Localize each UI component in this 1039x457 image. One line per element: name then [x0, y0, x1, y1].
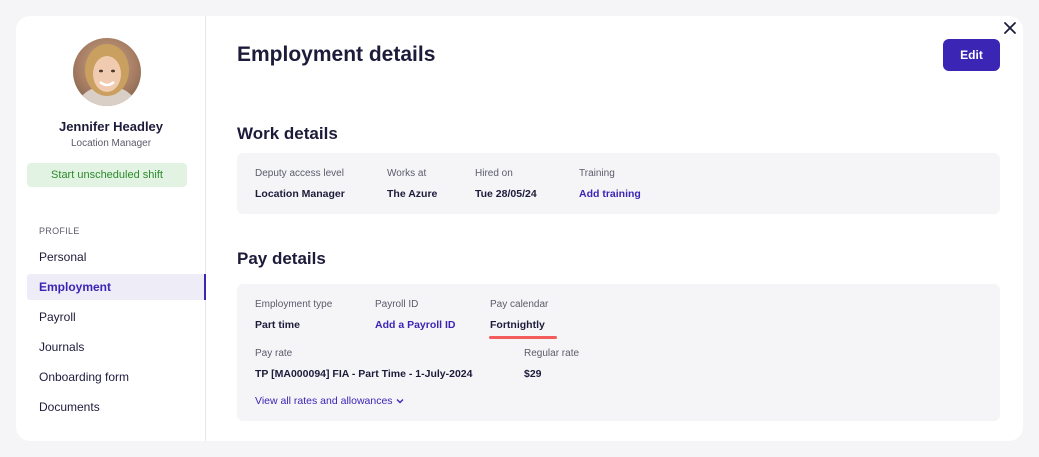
employment-type-value: Part time [255, 319, 300, 331]
add-payroll-id-link[interactable]: Add a Payroll ID [375, 319, 456, 331]
regular-rate-label: Regular rate [524, 348, 580, 359]
close-icon [1004, 22, 1016, 34]
payroll-id-field: Payroll ID Add a Payroll ID [375, 299, 456, 331]
pay-calendar-value: Fortnightly [490, 319, 545, 331]
training-label: Training [579, 168, 615, 179]
pay-details-title: Pay details [237, 249, 326, 268]
employment-type-label: Employment type [255, 299, 333, 310]
start-unscheduled-shift-button[interactable]: Start unscheduled shift [27, 163, 187, 187]
pay-rate-value: TP [MA000094] FIA - Part Time - 1-July-2… [255, 368, 473, 380]
profile-nav: Personal Employment Payroll Journals Onb… [27, 244, 206, 424]
access-level-label: Deputy access level [255, 168, 344, 179]
add-training-link[interactable]: Add training [579, 188, 641, 200]
hired-on-field: Hired on Tue 28/05/24 [475, 168, 537, 200]
view-rates-label: View all rates and allowances [255, 395, 393, 407]
employment-modal: Jennifer Headley Location Manager Start … [16, 16, 1023, 441]
training-field: Training Add training [579, 168, 641, 200]
sidebar-item-personal[interactable]: Personal [27, 244, 206, 270]
works-at-field: Works at The Azure [387, 168, 437, 200]
pay-rate-field: Pay rate TP [MA000094] FIA - Part Time -… [255, 348, 472, 380]
work-details-card: Deputy access level Location Manager Wor… [237, 153, 1000, 214]
sidebar-item-payroll[interactable]: Payroll [27, 304, 206, 330]
employment-type-field: Employment type Part time [255, 299, 332, 331]
avatar [73, 38, 141, 106]
sidebar-item-employment[interactable]: Employment [27, 274, 206, 300]
pay-details-card: Employment type Part time Payroll ID Add… [237, 284, 1000, 421]
pay-calendar-label: Pay calendar [490, 299, 549, 310]
work-details-title: Work details [237, 124, 338, 143]
user-role: Location Manager [70, 138, 152, 149]
highlight-underline [489, 336, 557, 339]
main-content: Employment details Edit Work details Dep… [237, 16, 1023, 441]
hired-on-label: Hired on [475, 168, 513, 179]
hired-on-value: Tue 28/05/24 [475, 188, 537, 200]
works-at-value: The Azure [387, 188, 438, 200]
works-at-label: Works at [387, 168, 427, 179]
chevron-down-icon [396, 399, 404, 404]
profile-section-label: PROFILE [39, 226, 80, 236]
regular-rate-field: Regular rate $29 [524, 348, 579, 380]
access-level-field: Deputy access level Location Manager [255, 168, 345, 200]
user-name: Jennifer Headley [58, 119, 164, 134]
avatar-photo [77, 44, 137, 106]
page-title: Employment details [237, 43, 436, 66]
sidebar-item-onboarding-form[interactable]: Onboarding form [27, 364, 206, 390]
access-level-value: Location Manager [255, 188, 345, 200]
edit-button[interactable]: Edit [943, 39, 1000, 71]
pay-calendar-field: Pay calendar Fortnightly [490, 299, 548, 331]
payroll-id-label: Payroll ID [375, 299, 419, 310]
sidebar-item-journals[interactable]: Journals [27, 334, 206, 360]
profile-sidebar: Jennifer Headley Location Manager Start … [16, 16, 206, 441]
close-button[interactable] [1000, 18, 1020, 38]
pay-rate-label: Pay rate [255, 348, 293, 359]
view-rates-link[interactable]: View all rates and allowances [255, 395, 404, 407]
regular-rate-value: $29 [524, 368, 542, 380]
sidebar-item-documents[interactable]: Documents [27, 394, 206, 420]
